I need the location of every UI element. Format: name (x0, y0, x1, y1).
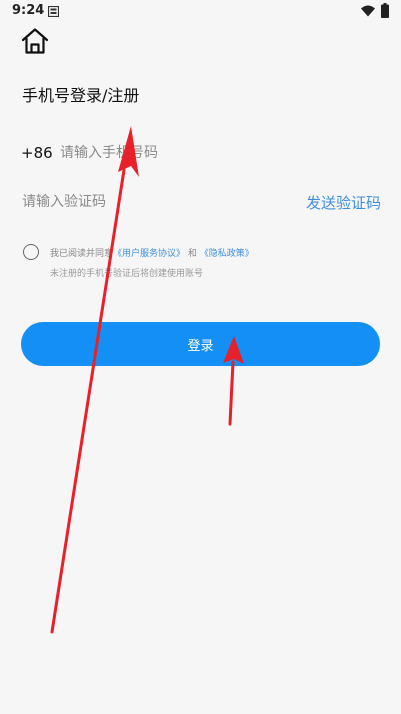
status-time: 9:24 (12, 3, 45, 18)
status-bar: 9:24 (0, 0, 401, 24)
agreement-note: 未注册的手机号验证后将创建使用账号 (50, 269, 204, 279)
home-button[interactable] (20, 27, 50, 55)
agree-radio[interactable] (23, 244, 39, 260)
home-icon (21, 28, 49, 54)
phone-input[interactable] (60, 143, 360, 163)
agreement-prefix: 我已阅读并同意 (50, 249, 114, 259)
wifi-icon (361, 5, 375, 17)
send-code-button[interactable]: 发送验证码 (306, 192, 381, 213)
user-agreement-link[interactable]: 《用户服务协议》 (113, 249, 185, 259)
country-code[interactable]: +86 (21, 144, 53, 162)
notification-icon (48, 6, 59, 17)
login-button[interactable]: 登录 (21, 322, 380, 366)
page-title: 手机号登录/注册 (22, 86, 140, 105)
privacy-policy-link[interactable]: 《隐私政策》 (200, 249, 254, 259)
agreement-and: 和 (187, 249, 197, 259)
battery-icon (381, 3, 389, 18)
verification-code-input[interactable] (22, 192, 282, 212)
agreement-text: 我已阅读并同意《用户服务协议》 和 《隐私政策》 (50, 246, 254, 259)
